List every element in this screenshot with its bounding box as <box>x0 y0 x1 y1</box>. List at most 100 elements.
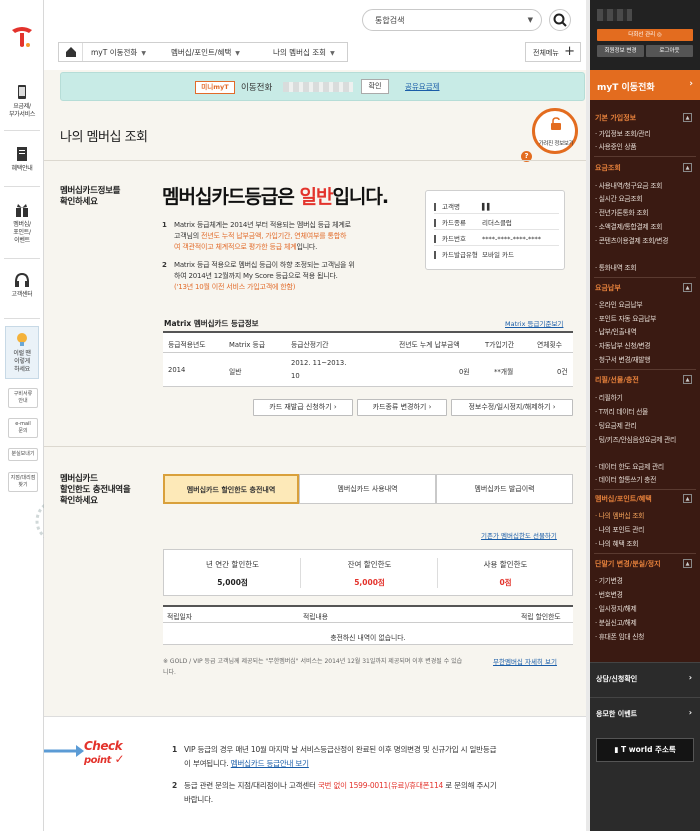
divider <box>44 160 586 161</box>
menu-item[interactable]: · T끼리 데이터 선물 <box>595 406 648 416</box>
menu-item[interactable]: · 나의 혜택 조회 <box>595 538 638 548</box>
menu-section[interactable]: 요금조회 ▲ <box>590 163 700 173</box>
menu-section[interactable]: 기본 가입정보 ▲ <box>590 113 700 123</box>
service-label: 이동전화 <box>241 83 273 93</box>
share-plan-link[interactable]: 공유요금제 <box>405 81 440 92</box>
breadcrumb: myT 이동전화 ▼ 멤버십/포인트/혜택 ▼ 나의 멤버십 조회 ▼ <box>58 42 348 62</box>
menu-item[interactable]: · 납부/인출내역 <box>595 326 637 336</box>
confirm-button[interactable]: 확인 <box>361 79 389 94</box>
menu-item[interactable]: · 포인트 자동 요금납부 <box>595 313 656 323</box>
menu-section[interactable]: 단말기 변경/분실/정지 ▲ <box>590 559 700 569</box>
mini-myt-badge[interactable]: 미니myT <box>195 81 235 94</box>
breadcrumb-item-membership[interactable]: 멤버십/포인트/혜택 ▼ <box>171 47 240 58</box>
home-button[interactable] <box>59 43 83 61</box>
documents-button[interactable]: 구비서류 안내 <box>8 388 38 408</box>
tworld-addressbook-button[interactable]: ▮ T world 주소록 <box>596 738 694 762</box>
menu-item-current[interactable]: · 나의 멤버십 조회 <box>595 510 644 520</box>
left-nav: 요금제/ 부가서비스 혜택안내 멤버십/ 포인트/ 이벤트 고객센터 이럴 땐 … <box>0 0 44 831</box>
matrix-criteria-link[interactable]: Matrix 등급기준보기 <box>505 318 563 328</box>
tab-usage-history[interactable]: 멤버십카드 사용내역 <box>299 474 436 504</box>
t-logo-icon[interactable] <box>9 24 35 50</box>
nav-benefit[interactable]: 혜택안내 <box>0 146 44 173</box>
chevron-down-icon[interactable]: ▼ <box>528 16 533 24</box>
consult-check-link[interactable]: 상담/신청확인 › <box>590 662 700 693</box>
grade-guide-link[interactable]: 멤버십카드 등급안내 보기 <box>231 759 309 768</box>
logout-button[interactable]: 로그아웃 <box>646 45 693 57</box>
chevron-right-icon: › <box>552 403 556 411</box>
search-icon <box>553 13 567 27</box>
info-paragraph-2: 2 Matrix 등급 적용으로 멤버십 등급이 하향 조정되는 고객님을 위 … <box>162 261 355 291</box>
menu-item[interactable]: · 가입정보 조회/관리 <box>595 128 651 138</box>
gift-limit-link[interactable]: 기존가 멤버십한도 선물하기 <box>481 530 557 540</box>
search-input[interactable]: 통합검색 ▼ <box>362 9 542 31</box>
lost-send-button[interactable]: 분실보내기 <box>8 448 38 461</box>
breadcrumb-item-current[interactable]: 나의 멤버십 조회 ▼ <box>273 47 335 58</box>
menu-item[interactable]: · 분실신고/해제 <box>595 617 637 627</box>
nav-membership[interactable]: 멤버십/ 포인트/ 이벤트 <box>0 202 44 245</box>
multi-line-admin-button[interactable]: 다회선 관리 ◎ <box>597 29 693 41</box>
menu-item[interactable]: · 나의 포인트 관리 <box>595 524 644 534</box>
nav-membership-label: 멤버십/ 포인트/ 이벤트 <box>13 221 31 244</box>
right-menu: 기본 가입정보 ▲ · 가입정보 조회/관리 · 사용중인 상품 요금조회 ▲ · … <box>590 100 700 680</box>
matrix-table: 등급적용년도 Matrix 등급 등급산정기간 전년도 누계 납부금액 T가입기… <box>163 331 573 387</box>
menu-item[interactable]: · 데이터 한도 요금제 관리 <box>595 461 664 471</box>
menu-item[interactable]: · 기기변경 <box>595 575 623 585</box>
menu-item[interactable]: · 실시간 요금조회 <box>595 193 643 203</box>
check-point-item-1: 1 VIP 등급의 경우 매년 10월 마지막 날 서비스등급산정이 완료된 이… <box>172 745 497 768</box>
card-reissue-button[interactable]: 카드 재발급 신청하기 › <box>253 399 353 416</box>
email-inquiry-button[interactable]: e-mail 문의 <box>8 418 38 438</box>
menu-item[interactable]: · 콘텐츠이용결제 조회/변경 <box>595 235 668 245</box>
nav-customer[interactable]: 고객센터 <box>0 272 44 299</box>
chevron-right-icon: › <box>333 403 337 411</box>
show-hidden-info-button[interactable]: 가려진 정보보기 <box>532 108 578 154</box>
chevron-right-icon: › <box>689 79 693 89</box>
unlimited-membership-link[interactable]: 무한멤버십 자세히 보기 <box>493 656 557 666</box>
section-label-discount: 멤버십카드 할인한도 충전내역을 확인하세요 <box>60 474 131 506</box>
breadcrumb-item-myt[interactable]: myT 이동전화 ▼ <box>91 47 146 58</box>
menu-item[interactable]: · 팅/키즈/안심음성요금제 관리 <box>595 434 676 444</box>
menu-item[interactable]: · 팅요금제 관리 <box>595 420 637 430</box>
empty-message: 충전하신 내역이 없습니다. <box>330 634 406 642</box>
menu-item[interactable]: · 전년가톤통화 조회 <box>595 207 649 217</box>
myt-title[interactable]: myT 이동전화 › <box>590 70 700 100</box>
grade-value: 일반 <box>299 186 333 208</box>
menu-item[interactable]: · 리필하기 <box>595 392 623 402</box>
summary-annual: 년 연간 할인한도 5,000점 <box>205 560 260 587</box>
menu-section[interactable]: 요금납부 ▲ <box>590 283 700 293</box>
info-row: 카드번호 ****-****-****-**** <box>434 232 559 246</box>
nav-plan[interactable]: 요금제/ 부가서비스 <box>0 84 44 119</box>
nav-benefit-label: 혜택안내 <box>11 165 33 172</box>
user-box: 다회선 관리 ◎ 회원정보 변경 로그아웃 <box>590 0 700 70</box>
menu-item[interactable]: · 사용내역/청구요금 조회 <box>595 180 662 190</box>
chevron-down-icon: ▼ <box>235 50 240 57</box>
store-find-button[interactable]: 지점/대리점 찾기 <box>8 472 38 492</box>
tab-issue-history[interactable]: 멤버십카드 발급이력 <box>436 474 573 504</box>
applied-events-link[interactable]: 응모한 이벤트 › <box>590 697 700 728</box>
card-type-change-button[interactable]: 카드종류 변경하기 › <box>357 399 447 416</box>
tab-charge-history[interactable]: 멤버십카드 할인한도 충전내역 <box>163 474 299 504</box>
info-suspend-button[interactable]: 정보수정/일시정지/해제하기 › <box>451 399 573 416</box>
menu-item[interactable]: · 데이터 할통쓰기 충전 <box>595 474 656 484</box>
menu-section[interactable]: 리필/선물/충전 ▲ <box>590 375 700 385</box>
menu-item[interactable]: · 온라인 요금납부 <box>595 299 643 309</box>
header: 통합검색 ▼ myT 이동전화 ▼ 멤버십/포인트/혜택 ▼ 나의 멤버십 조회 ▼ … <box>44 0 586 70</box>
myt-bar: 미니myT 이동전화 확인 공유요금제 <box>60 72 585 101</box>
card-info-box: 고객명 ▌▌ 카드종류 리더스클럽 카드번호 ****-****-****-**** … <box>425 190 565 270</box>
check-point-box <box>44 716 586 831</box>
chevron-up-icon: ▲ <box>683 283 692 292</box>
all-menu-button[interactable]: 전체메뉴 + <box>525 42 581 62</box>
menu-item[interactable]: · 소액결제/통합결제 조회 <box>595 221 662 231</box>
menu-item[interactable]: · 번호변경 <box>595 589 623 599</box>
menu-item[interactable]: · 일시정지/해제 <box>595 603 637 613</box>
matrix-table-title: Matrix 멤버십카드 등급정보 <box>164 319 259 328</box>
menu-item[interactable]: · 휴대폰 임대 신청 <box>595 631 644 641</box>
search-button[interactable] <box>549 9 571 31</box>
menu-section[interactable]: 멤버십/포인트/혜택 ▲ <box>590 494 700 504</box>
member-info-button[interactable]: 회원정보 변경 <box>597 45 644 57</box>
menu-item[interactable]: · 자동납부 신청/변경 <box>595 340 651 350</box>
menu-item[interactable]: · 사용중인 상품 <box>595 141 637 151</box>
menu-item[interactable]: · 통화내역 조회 <box>595 262 637 272</box>
nav-howto[interactable]: 이럴 땐 이렇게 하세요 <box>5 326 39 379</box>
info-row: 고객명 ▌▌ <box>434 200 559 214</box>
menu-item[interactable]: · 청구서 변경/재발행 <box>595 354 651 364</box>
